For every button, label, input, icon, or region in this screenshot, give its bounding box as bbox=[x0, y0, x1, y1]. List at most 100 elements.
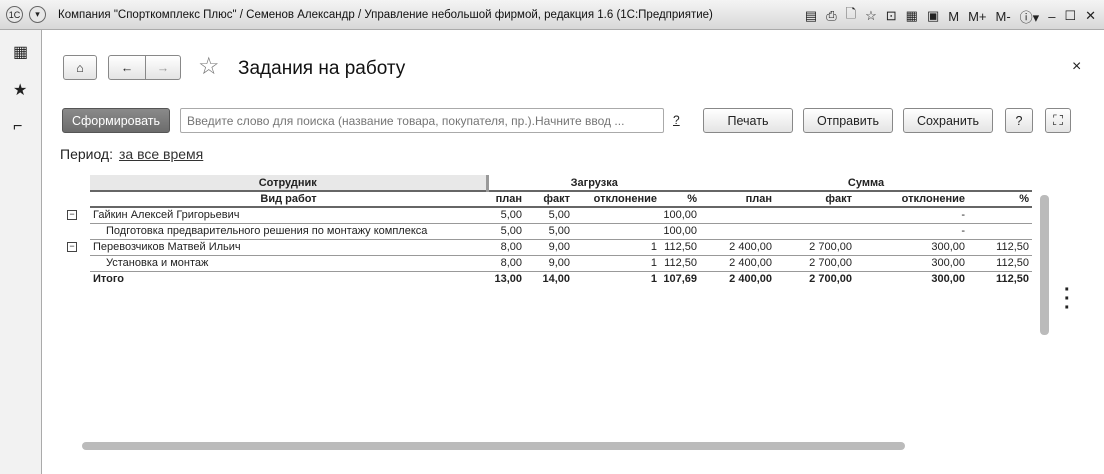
header-sum-plan: план bbox=[700, 191, 775, 208]
minimize-icon[interactable]: – bbox=[1048, 9, 1055, 24]
value-cell: 2 400,00 bbox=[729, 273, 772, 286]
calendar-icon[interactable]: ▣ bbox=[927, 8, 939, 24]
table-row[interactable]: − Перевозчиков Матвей Ильич 8,00 9,00 1 112,5… bbox=[62, 239, 1032, 256]
more-actions-icon[interactable]: · · · bbox=[1064, 280, 1071, 318]
favorites-star-icon[interactable]: ★ bbox=[13, 80, 27, 100]
tree-cell bbox=[62, 255, 90, 271]
header-load: Загрузка bbox=[487, 175, 700, 192]
window-title: Компания "Спорткомплекс Плюс" / Семенов … bbox=[58, 8, 713, 21]
print-button[interactable]: Печать bbox=[703, 108, 793, 133]
vertical-scrollbar[interactable] bbox=[1040, 195, 1049, 335]
tree-cell bbox=[62, 271, 90, 287]
horizontal-scrollbar[interactable] bbox=[82, 442, 905, 450]
generate-button[interactable]: Сформировать bbox=[62, 108, 170, 133]
value-cell: 13,00 bbox=[494, 273, 522, 286]
value-cell: 8,00 bbox=[487, 255, 525, 272]
value-cell: 5,00 bbox=[525, 223, 573, 240]
value-cell: 107,69 bbox=[663, 273, 697, 286]
value-cell: 5,00 bbox=[487, 207, 525, 224]
title-bar: 1C ▾ Компания "Спорткомплекс Плюс" / Сем… bbox=[0, 0, 1104, 30]
arrow-left-icon: ← bbox=[120, 60, 134, 75]
value-cell: 2 400,00 bbox=[700, 239, 775, 256]
collapse-icon[interactable]: − bbox=[67, 210, 77, 220]
row-name: Итого bbox=[93, 273, 125, 286]
value-cell: 2 700,00 bbox=[775, 239, 855, 256]
tree-cell bbox=[62, 223, 90, 239]
value-cell: 1 bbox=[573, 239, 660, 256]
help-button[interactable]: ? bbox=[1005, 108, 1033, 133]
value-cell: 2 700,00 bbox=[775, 255, 855, 272]
value-cell: 9,00 bbox=[525, 239, 573, 256]
maximize-icon[interactable]: ☐ bbox=[1064, 8, 1076, 24]
period: Период: за все время bbox=[60, 146, 203, 162]
dropdown-icon[interactable]: ▾ bbox=[29, 6, 46, 23]
home-button[interactable]: ⌂ bbox=[63, 55, 97, 80]
memory-minus-button[interactable]: M- bbox=[996, 9, 1011, 24]
save-button[interactable]: Сохранить bbox=[903, 108, 993, 133]
value-cell bbox=[775, 223, 855, 240]
close-icon[interactable]: × bbox=[1072, 58, 1081, 76]
memory-plus-button[interactable]: M+ bbox=[968, 9, 986, 24]
value-cell: 2 400,00 bbox=[700, 255, 775, 272]
row-name: Установка и монтаж bbox=[90, 255, 487, 272]
value-cell: 5,00 bbox=[525, 207, 573, 224]
row-name: Перевозчиков Матвей Ильич bbox=[90, 239, 487, 256]
header-employee: Сотрудник bbox=[90, 175, 489, 192]
save-icon[interactable]: ▤ bbox=[805, 8, 817, 24]
table-row[interactable]: Подготовка предварительного решения по м… bbox=[62, 223, 1032, 240]
value-cell: 8,00 bbox=[487, 239, 525, 256]
bookmark-icon[interactable]: ⊡ bbox=[886, 8, 897, 24]
table-row[interactable]: − Гайкин Алексей Григорьевич 5,00 5,00 100,0… bbox=[62, 207, 1032, 224]
forward-button[interactable]: → bbox=[145, 55, 181, 80]
preview-icon[interactable]: 🗋 bbox=[846, 5, 856, 27]
form: ⌂ ← → ☆ Задания на работу × Сформировать… bbox=[42, 30, 1104, 474]
expand-icon: ⛶ bbox=[1053, 112, 1063, 128]
report-table: Сотрудник Загрузка Сумма Вид работ план … bbox=[62, 175, 1032, 287]
value-cell: 112,50 bbox=[660, 255, 700, 272]
header-load-fact: факт bbox=[525, 191, 573, 208]
header-work-type: Вид работ bbox=[90, 191, 487, 208]
page-title: Задания на работу bbox=[238, 58, 406, 79]
header-load-plan: план bbox=[487, 191, 525, 208]
close-window-icon[interactable]: ✕ bbox=[1085, 8, 1096, 24]
period-link[interactable]: за все время bbox=[119, 146, 203, 162]
table-row[interactable]: Установка и монтаж 8,00 9,00 1 112,50 2 400,0… bbox=[62, 255, 1032, 272]
grid-menu-icon[interactable]: ▦ bbox=[13, 42, 28, 62]
tree-cell: − bbox=[62, 239, 90, 255]
header-sum-percent: % bbox=[968, 191, 1032, 208]
value-cell: 300,00 bbox=[855, 255, 968, 272]
value-cell: 112,50 bbox=[995, 273, 1029, 286]
value-cell: - bbox=[855, 207, 968, 224]
memory-button[interactable]: M bbox=[948, 9, 959, 24]
send-button[interactable]: Отправить bbox=[803, 108, 893, 133]
header-sum: Сумма bbox=[700, 175, 1032, 192]
header-load-percent: % bbox=[660, 191, 700, 208]
value-cell: 112,50 bbox=[660, 239, 700, 256]
period-label: Период: bbox=[60, 146, 113, 162]
total-row[interactable]: Итого 13,00 14,00 1 107,69 2 400,00 2 700,00 30… bbox=[62, 271, 1032, 287]
calculator-icon[interactable]: ▦ bbox=[906, 8, 918, 24]
search-input[interactable] bbox=[180, 108, 664, 133]
value-cell: 300,00 bbox=[855, 239, 968, 256]
value-cell: 100,00 bbox=[660, 207, 700, 224]
row-name: Подготовка предварительного решения по м… bbox=[90, 223, 487, 240]
value-cell: 9,00 bbox=[525, 255, 573, 272]
value-cell: 1 bbox=[650, 273, 657, 286]
favorites-icon[interactable]: ☆ bbox=[865, 8, 877, 24]
header-sum-deviation: отклонение bbox=[855, 191, 968, 208]
favorite-star-icon[interactable]: ☆ bbox=[198, 52, 220, 81]
home-icon: ⌂ bbox=[76, 60, 84, 75]
row-name: Гайкин Алексей Григорьевич bbox=[90, 207, 487, 224]
fullscreen-button[interactable]: ⛶ bbox=[1045, 108, 1071, 133]
sidebar: ▦ ★ ⌐ bbox=[0, 30, 42, 474]
info-icon[interactable]: ⓘ▾ bbox=[1020, 7, 1040, 26]
collapse-icon[interactable]: − bbox=[67, 242, 77, 252]
value-cell: 1 bbox=[573, 255, 660, 272]
search-help-link[interactable]: ? bbox=[673, 113, 680, 127]
app-menu-icon[interactable]: 1C bbox=[6, 6, 23, 23]
back-button[interactable]: ← bbox=[108, 55, 146, 80]
value-cell: 112,50 bbox=[968, 239, 1032, 256]
print-icon[interactable]: ⎙ bbox=[826, 8, 836, 24]
history-icon[interactable]: ⌐ bbox=[13, 118, 22, 136]
value-cell bbox=[700, 223, 775, 240]
